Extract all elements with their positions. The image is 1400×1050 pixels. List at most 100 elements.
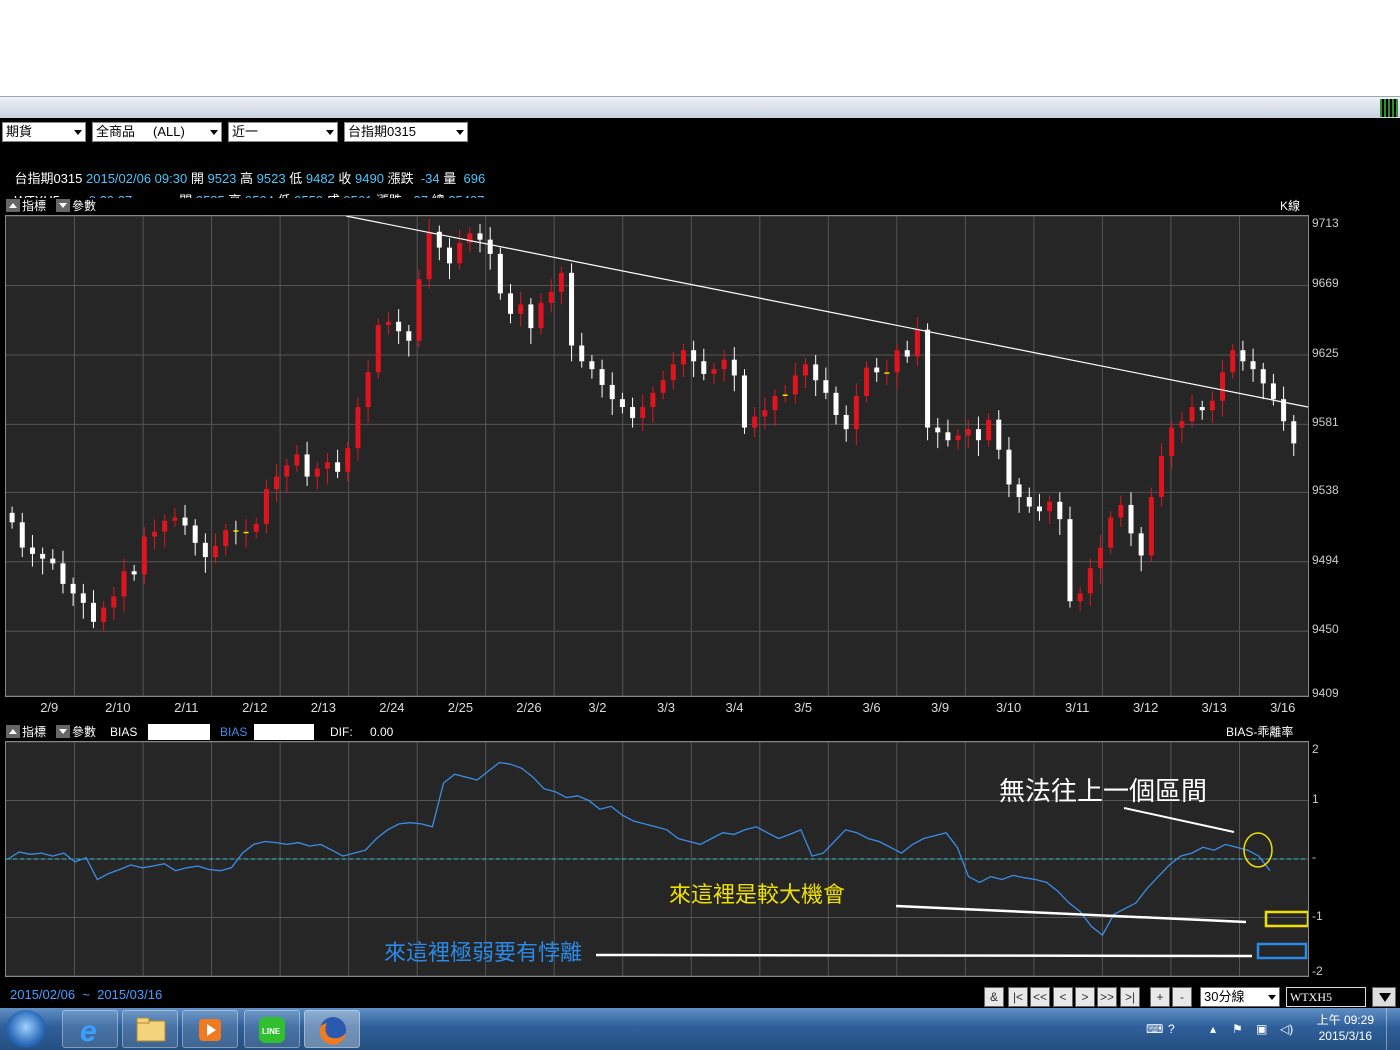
grid-icon[interactable]	[1380, 99, 1398, 117]
candle-body	[904, 350, 910, 357]
x-tick-label: 3/10	[995, 700, 1022, 715]
product-select[interactable]: 全商品 (ALL)	[92, 122, 222, 142]
timeframe-select[interactable]: 30分線	[1200, 987, 1280, 1007]
candle-body	[406, 331, 412, 341]
candle-body	[965, 429, 971, 436]
nav-button[interactable]: >	[1075, 987, 1095, 1007]
candle-body	[711, 369, 717, 374]
candle-body	[843, 414, 849, 430]
candle-body	[131, 571, 137, 575]
candle-body	[731, 359, 737, 376]
bias-value-box-2	[254, 724, 314, 740]
quote-line-live: WTXH5 9:29:27 開 9585 高 9594 低 9559 成 956…	[0, 174, 484, 208]
nav-button[interactable]: <	[1053, 987, 1073, 1007]
bias-y-tick-label: -	[1312, 850, 1316, 864]
bias-pane[interactable]: 無法往上一個區間 來這裡是較大機會 來這裡極弱要有悖離	[5, 741, 1310, 977]
candle-body	[324, 462, 330, 469]
system-clock[interactable]: 上午 09:29 2015/3/16	[1317, 1012, 1374, 1044]
bias-chart[interactable]: 無法往上一個區間來這裡是較大機會來這裡極弱要有悖離	[6, 741, 1310, 977]
keyboard-icon[interactable]: ⌨	[1146, 1022, 1163, 1036]
nav-button[interactable]: |<	[1008, 987, 1028, 1007]
bias-value-box-1	[148, 724, 210, 740]
firefox-icon[interactable]	[304, 1010, 360, 1048]
candle-body	[19, 522, 25, 548]
volume-icon[interactable]: ◁)	[1280, 1022, 1293, 1036]
candle-body	[1291, 421, 1297, 444]
candle-body	[314, 468, 320, 477]
candle-body	[650, 392, 656, 408]
candle-body	[518, 304, 524, 314]
x-tick-label: 3/2	[588, 700, 607, 715]
candle-body	[1016, 484, 1022, 498]
candle-body	[416, 279, 422, 341]
contract-month-select[interactable]: 近一	[228, 122, 338, 142]
candle-body	[935, 427, 941, 433]
candle-body	[508, 293, 514, 314]
nav-button[interactable]: -	[1172, 987, 1192, 1007]
start-button[interactable]	[6, 1010, 46, 1048]
symbol-input[interactable]: WTXH5	[1286, 987, 1366, 1007]
nav-button[interactable]: <<	[1030, 987, 1050, 1007]
candle-body	[396, 321, 402, 332]
y-tick-label: 9625	[1312, 345, 1339, 360]
flag-icon[interactable]: ⚑	[1232, 1022, 1243, 1036]
nav-button[interactable]: &	[984, 987, 1004, 1007]
candle-body	[152, 531, 158, 537]
symbol-select[interactable]: 台指期0315	[344, 122, 468, 142]
x-tick-label: 2/24	[379, 700, 405, 715]
candle-body	[141, 536, 147, 575]
candle-body	[1047, 501, 1053, 512]
candle-body	[263, 489, 269, 524]
candle-body	[1189, 407, 1195, 422]
candle-body	[50, 558, 56, 564]
y-tick-label: 9409	[1312, 686, 1339, 700]
x-tick-label: 2/13	[310, 700, 337, 715]
x-tick-label: 3/5	[794, 700, 813, 715]
candle-body	[884, 372, 890, 374]
tab-params[interactable]: 參數	[56, 199, 96, 213]
candle-body	[701, 361, 707, 374]
candlestick-pane[interactable]	[5, 215, 1309, 697]
x-tick-label: 2/12	[242, 700, 268, 715]
candle-body	[80, 593, 86, 603]
candle-body	[823, 380, 829, 393]
candle-body	[864, 367, 870, 396]
show-desktop-button[interactable]	[1386, 1008, 1400, 1050]
tray-expand-icon[interactable]: ▴	[1210, 1022, 1216, 1036]
candle-body	[172, 517, 178, 521]
candle-body	[365, 372, 371, 408]
candle-body	[813, 364, 819, 381]
line-icon[interactable]: LINE	[244, 1010, 300, 1048]
folder-icon[interactable]	[122, 1010, 178, 1048]
network-icon[interactable]: ▣	[1256, 1022, 1267, 1036]
app-top-bar	[0, 96, 1400, 118]
ie-icon[interactable]: e	[62, 1010, 118, 1048]
candle-body	[1270, 383, 1276, 400]
candle-body	[284, 465, 290, 477]
candle-body	[304, 454, 310, 477]
chevron-down-icon	[326, 130, 334, 135]
triangle-up-icon	[6, 199, 20, 212]
candle-body	[782, 394, 788, 396]
bias-label-2: BIAS	[220, 725, 248, 739]
ind-tab-indicator[interactable]: 指標	[6, 725, 46, 739]
candle-body	[558, 272, 564, 292]
tab-indicator[interactable]: 指標	[6, 199, 46, 213]
media-player-icon[interactable]	[182, 1010, 238, 1048]
candle-body	[589, 361, 595, 370]
y-tick-label: 9494	[1312, 552, 1339, 567]
candlestick-chart[interactable]	[6, 215, 1309, 697]
candle-body	[335, 462, 341, 472]
x-tick-label: 3/11	[1064, 700, 1090, 715]
symbol-dropdown-button[interactable]	[1372, 987, 1396, 1007]
indicator-title: BIAS-乖離率	[1226, 725, 1294, 739]
candle-body	[1230, 350, 1236, 373]
nav-button[interactable]: >|	[1120, 987, 1140, 1007]
nav-button[interactable]: >>	[1097, 987, 1117, 1007]
candle-body	[599, 369, 605, 385]
ind-tab-params[interactable]: 參數	[56, 725, 96, 739]
help-icon[interactable]: ?	[1168, 1022, 1175, 1036]
candle-body	[548, 291, 554, 303]
nav-button[interactable]: +	[1150, 987, 1170, 1007]
market-select[interactable]: 期貨	[2, 122, 86, 142]
